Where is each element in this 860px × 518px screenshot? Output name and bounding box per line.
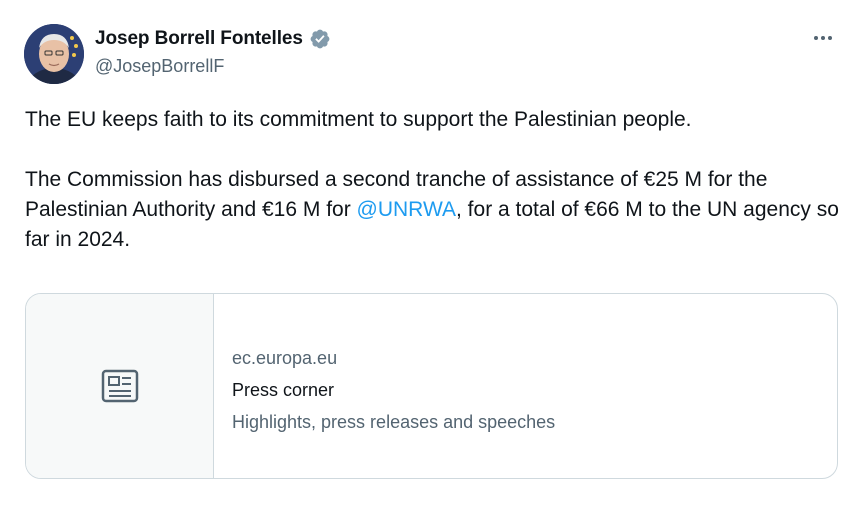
tweet-paragraph-1: The EU keeps faith to its commitment to … [25,108,692,131]
more-options-button[interactable] [808,26,838,50]
avatar[interactable] [24,24,84,84]
more-options-icon [814,36,818,40]
author-handle[interactable]: @JosepBorrellF [95,56,224,77]
mention-link[interactable]: @UNRWA [357,198,456,221]
author-display-name[interactable]: Josep Borrell Fontelles [95,28,303,50]
link-preview-card[interactable]: ec.europa.eu Press corner Highlights, pr… [25,293,838,479]
author-name-row: Josep Borrell Fontelles [95,28,331,50]
avatar-image [24,24,84,84]
verified-badge-icon [310,29,330,49]
link-card-thumbnail [26,294,214,478]
tweet-paragraph-2: The Commission has disbursed a second tr… [25,165,845,255]
link-card-title: Press corner [232,380,335,400]
tweet-card[interactable]: Josep Borrell Fontelles @JosepBorrellF T… [0,0,860,518]
tweet-text: The EU keeps faith to its commitment to … [25,105,845,255]
article-icon [101,369,138,403]
link-card-domain: ec.europa.eu [232,348,338,368]
link-card-body: ec.europa.eu Press corner Highlights, pr… [214,294,555,478]
link-card-description: Highlights, press releases and speeches [232,412,556,432]
